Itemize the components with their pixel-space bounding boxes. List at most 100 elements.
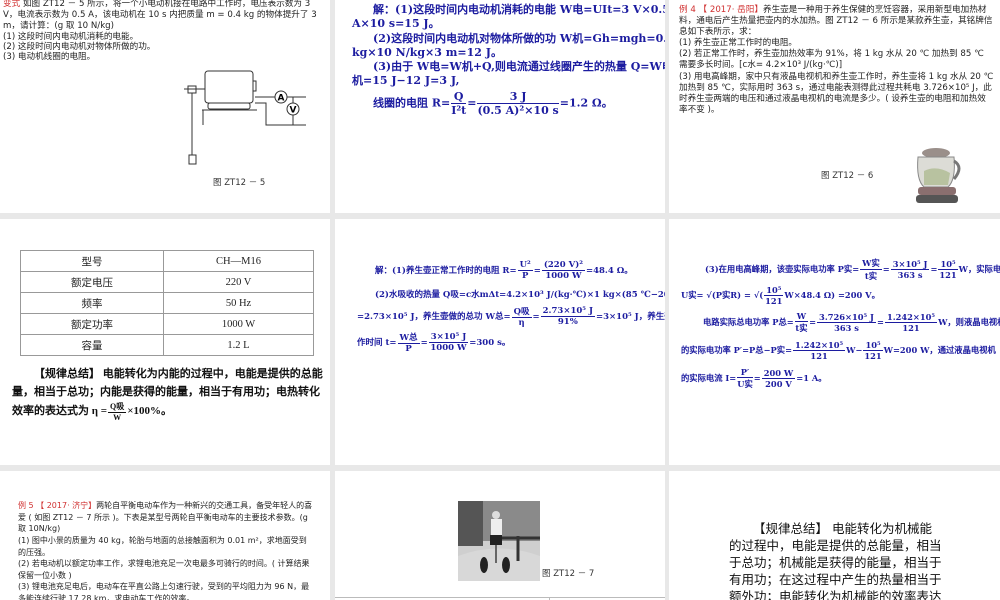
table-top-border xyxy=(335,597,665,598)
solution-line: (3)在用电高峰期，该壶实际电功率 P实= W实 t实 = 3×10⁵ J 363 s = 1… xyxy=(705,257,1000,282)
slide-balance-vehicle-figure: 图 ZT12 － 7 xyxy=(335,471,665,600)
slide-balance-vehicle-problem: 例 5 【 2017· 济宁】两轮自平衡电动车作为一种新兴的交通工具，备受年轻人… xyxy=(0,471,330,600)
text-fragment: 频率 xyxy=(20,292,164,314)
text-fragment: 额定电压 xyxy=(20,271,164,293)
fraction: 3 J (0.5 A)²×10 s xyxy=(477,90,559,117)
text-fragment: 363 s xyxy=(834,323,859,333)
text-fragment: W×48.4 Ω) =200 V。 xyxy=(784,290,880,300)
text-fragment: W xyxy=(113,413,122,422)
text-fragment: t实 xyxy=(795,323,808,333)
question-3: (3) 电动机线圈的电阻。 xyxy=(3,52,96,62)
text-fragment: Q xyxy=(451,90,467,104)
solution-line: 的实际电功率 P′=P总−P实= 1.242×10⁵ 121 W− 10⁵ 121 W=20… xyxy=(681,340,996,361)
text-fragment: 200 V xyxy=(765,379,792,389)
table-row: 额定功率 1000 W xyxy=(20,313,314,335)
text-fragment: =48.4 Ω。 xyxy=(585,266,633,276)
text-fragment: ×100%。 xyxy=(127,405,173,418)
fraction: U² P xyxy=(517,260,533,281)
fraction: 10⁵ 121 xyxy=(764,285,784,306)
problem-label: 例 4 【 2017· 岳阳】 xyxy=(679,5,763,15)
text-fragment: 的实际电流 I= xyxy=(681,373,737,383)
text-fragment: 50 Hz xyxy=(163,292,314,314)
text-fragment: 1.2 L xyxy=(163,334,314,356)
text-fragment: 解：(1)养生壶正常工作时的电阻 R= xyxy=(375,266,517,276)
solution-line: A×10 s=15 J。 xyxy=(352,17,440,30)
text-fragment: I²t xyxy=(451,104,467,117)
table-row: 容量 1.2 L xyxy=(20,334,314,356)
problem-body: 如图 ZT12 － 5 所示，将一个小电动机接在电路中工作时，电压表示数为 3 … xyxy=(3,0,317,31)
summary-line: 【规律总结】 电能转化为内能的过程中，电能是提供的总能 xyxy=(34,368,323,380)
text-fragment: W− xyxy=(846,345,863,355)
summary-text: 【规律总结】 电能转化为机械能的过程中，电能是提供的总能量，相当于总功；机械能是… xyxy=(729,521,942,600)
text-fragment: CH—M16 xyxy=(163,250,314,272)
text-fragment: 121 xyxy=(810,351,828,361)
question-3: (3) 用电高峰期，家中只有液晶电视机和养生壶工作时，养生壶将 1 kg 水从 … xyxy=(679,72,994,115)
question-2: (2) 若电动机以额定功率工作，求锂电池充足一次电最多可骑行的时间。( 计算结果… xyxy=(18,559,310,580)
text-fragment: 效率的表达式为 η = xyxy=(12,405,108,418)
problem-label: 变式 xyxy=(3,0,21,9)
voltmeter-label: V xyxy=(290,106,297,116)
figure-caption: 图 ZT12 － 6 xyxy=(821,171,874,181)
text-fragment: 3.726×10⁵ J xyxy=(817,312,876,323)
text-fragment: W=200 W，通过液晶电视机 xyxy=(883,345,996,355)
question-1: (1) 养生壶正常工作时的电阻。 xyxy=(679,38,798,48)
fraction: 10⁵ 121 xyxy=(863,340,883,361)
slide-kettle-solution-1: 解：(1)养生壶正常工作时的电阻 R= U² P = (220 V)² 1000 W =48… xyxy=(335,219,665,465)
text-fragment: t实 xyxy=(864,271,878,281)
solution-line: 解：(1)养生壶正常工作时的电阻 R= U² P = (220 V)² 1000 W =48… xyxy=(375,260,633,281)
kettle-image xyxy=(916,148,961,203)
fraction: W实 t实 xyxy=(860,257,882,282)
fraction: W总 P xyxy=(397,331,420,354)
nameplate-table: 型号 CH—M16 额定电压 220 V 频率 50 Hz 额定功率 1000 W 容量… xyxy=(20,250,314,356)
text-fragment: 型号 xyxy=(20,250,164,272)
text-fragment: U实= √(P实R) = √( xyxy=(681,290,764,300)
fraction: Q吸 η xyxy=(511,305,532,328)
text-fragment: Q吸 xyxy=(108,402,127,413)
problem-text: 变式 如图 ZT12 － 5 所示，将一个小电动机接在电路中工作时，电压表示数为… xyxy=(3,0,325,32)
fraction: 3.726×10⁵ J 363 s xyxy=(817,312,876,333)
text-fragment: P xyxy=(405,344,412,354)
text-fragment: U实 xyxy=(737,379,753,389)
slide-kettle-problem: 例 4 【 2017· 岳阳】养生壶是一种用于养生保健的烹饪容器，采用新型电加热… xyxy=(669,0,1000,213)
text-fragment: 电路实际总电功率 P总= xyxy=(703,317,794,327)
text-fragment: 121 xyxy=(864,351,882,361)
solution-line: 的实际电流 I= P′ U实 = 200 W 200 V =1 A。 xyxy=(681,367,827,390)
figure-caption: 图 ZT12 － 7 xyxy=(542,569,595,579)
fraction: 3×10⁵ J 1000 W xyxy=(428,332,469,353)
text-fragment: 1.242×10⁵ xyxy=(884,312,938,323)
text-fragment: (220 V)² xyxy=(541,260,585,271)
solution-line: 作时间 t= W总 P = 3×10⁵ J 1000 W =300 s。 xyxy=(357,331,511,354)
text-fragment: 121 xyxy=(765,296,783,306)
text-fragment: W，则液晶电视机 xyxy=(938,317,1000,327)
table-row: 频率 50 Hz xyxy=(20,292,314,314)
fraction: Wt实 xyxy=(794,311,809,334)
text-fragment: 3×10⁵ J xyxy=(890,259,930,270)
text-fragment: =300 s。 xyxy=(469,338,511,348)
summary-formula: 效率的表达式为 η = Q吸 W ×100%。 xyxy=(12,401,172,422)
text-fragment: =2.73×10⁵ J，养生壶做的总功 W总= xyxy=(357,312,511,322)
fraction: P′ U实 xyxy=(737,367,753,390)
motor-circuit-diagram: A V xyxy=(184,70,306,165)
text-fragment: =1.2 Ω。 xyxy=(559,96,613,110)
slide-summary-mechanical: 【规律总结】 电能转化为机械能的过程中，电能是提供的总能量，相当于总功；机械能是… xyxy=(669,471,1000,600)
fraction: 3×10⁵ J 363 s xyxy=(890,259,930,280)
slide-kettle-solution-2: (3)在用电高峰期，该壶实际电功率 P实= W实 t实 = 3×10⁵ J 363 s = 1… xyxy=(669,219,1000,465)
text-fragment: W，实际电压 xyxy=(958,264,1000,274)
text-fragment: 220 V xyxy=(163,271,314,293)
text-fragment: 3 J xyxy=(477,90,559,104)
problem-text: 例 4 【 2017· 岳阳】养生壶是一种用于养生保健的烹饪容器，采用新型电加热… xyxy=(679,5,994,38)
text-fragment: =3×10⁵ J，养生壶工 xyxy=(596,312,665,322)
solution-line: (2)水吸收的热量 Q吸=c水mΔt=4.2×10³ J/(kg·℃)×1 kg… xyxy=(375,290,665,300)
solution-line: =2.73×10⁵ J，养生壶做的总功 W总= Q吸 η = 2.73×10⁵ J 91%… xyxy=(357,305,665,328)
text-fragment: 121 xyxy=(902,323,920,333)
balance-vehicle-photo xyxy=(458,501,540,581)
slide-kettle-nameplate: 型号 CH—M16 额定电压 220 V 频率 50 Hz 额定功率 1000 W 容量… xyxy=(0,219,330,465)
text-fragment: 3×10⁵ J xyxy=(428,332,469,343)
solution-line: 电路实际总电功率 P总= Wt实 = 3.726×10⁵ J 363 s = 1.242×1… xyxy=(703,311,1000,334)
fraction: 1.242×10⁵ 121 xyxy=(884,312,938,333)
text-fragment: W实 xyxy=(860,258,882,270)
text-fragment: (3)在用电高峰期，该壶实际电功率 P实= xyxy=(705,264,860,274)
text-fragment: W xyxy=(794,311,809,322)
question-3: (3) 锂电池充足电后，电动车在平直公路上匀速行驶，受到的平均阻力为 96 N，… xyxy=(18,582,310,600)
text-fragment: W总 xyxy=(397,333,420,344)
